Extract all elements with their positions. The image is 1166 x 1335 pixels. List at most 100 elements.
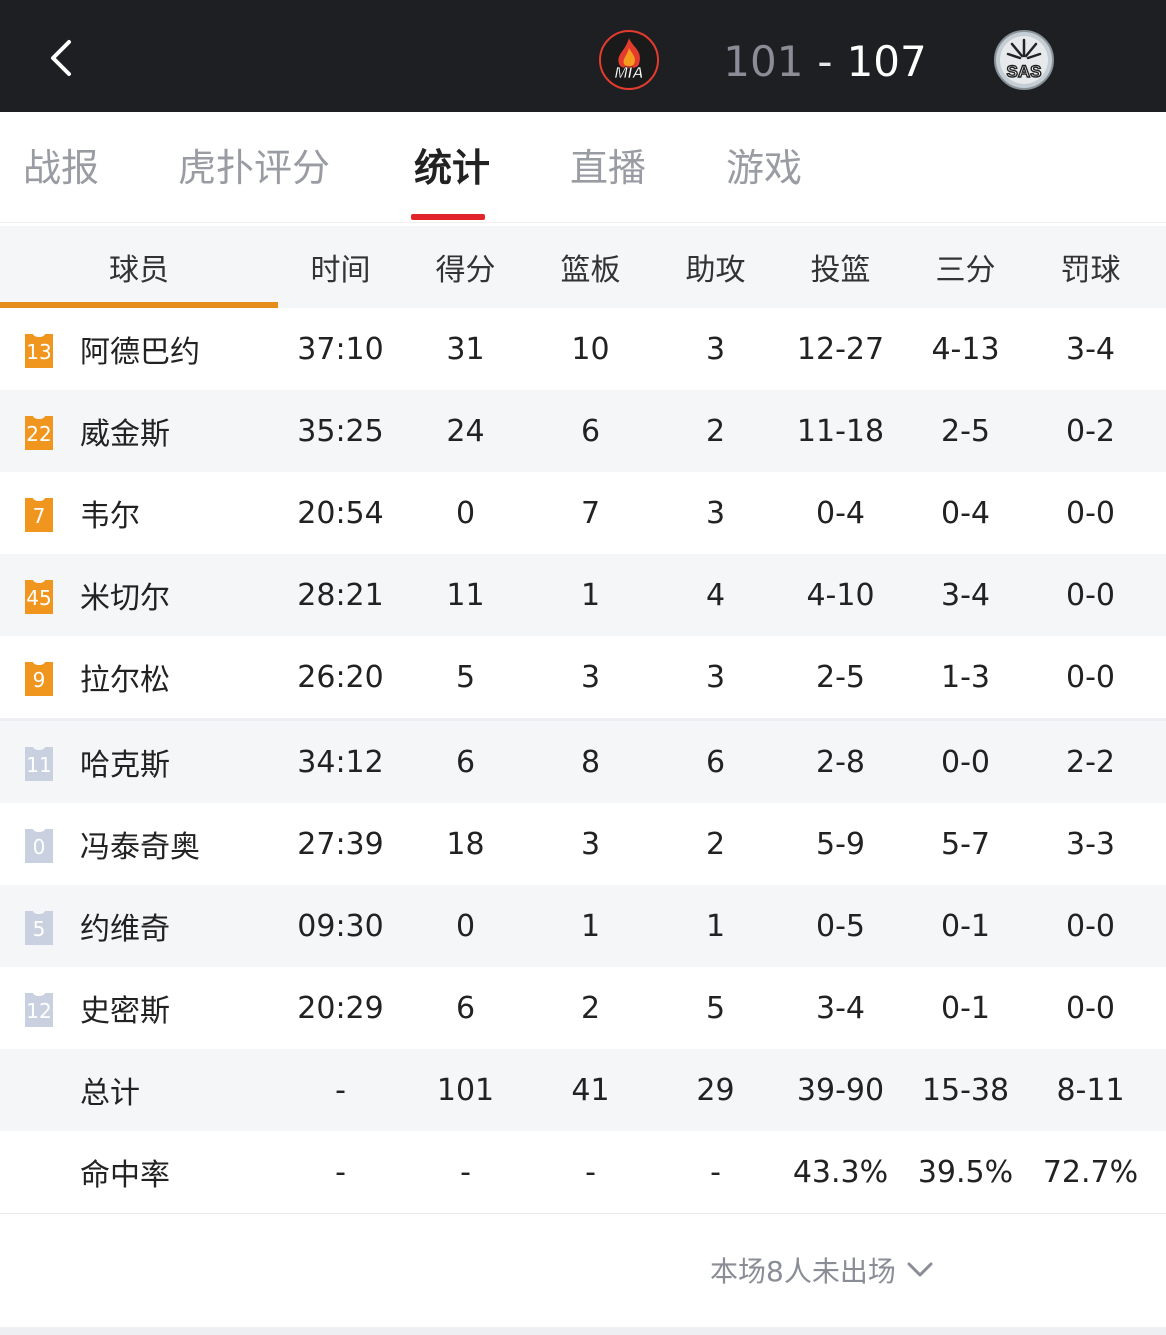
active-tab-indicator — [411, 214, 485, 220]
stat-time: 20:54 — [297, 495, 384, 531]
stat-free-throws: 0-0 — [1066, 495, 1115, 531]
column-header-player[interactable]: 球员 — [0, 226, 278, 308]
stat-field-goals: 2-8 — [816, 744, 865, 780]
jersey-icon: 9 — [21, 658, 57, 698]
player-cell[interactable]: 0 冯泰奇奥 — [0, 803, 278, 885]
player-row[interactable]: 13 阿德巴约 37:10 31 10 3 12-27 4-13 3-4 — [0, 308, 1166, 390]
player-row[interactable]: 45 米切尔 28:21 11 1 4 4-10 3-4 0-0 — [0, 554, 1166, 636]
stat-field-goals: 11-18 — [796, 413, 885, 449]
jersey-number: 12 — [26, 999, 52, 1023]
stat-free-throws: 72.7% — [1042, 1154, 1139, 1190]
player-cell[interactable]: 11 哈克斯 — [0, 721, 278, 803]
stat-assists: 3 — [705, 495, 726, 531]
stat-points: 0 — [455, 495, 476, 531]
row-label-cell: 命中率 — [0, 1131, 278, 1213]
column-header-time[interactable]: 时间 — [278, 245, 403, 289]
totals-row: 总计 - 101 41 29 39-90 15-38 8-11 — [0, 1049, 1166, 1131]
stat-three-pointers: 4-13 — [931, 331, 1000, 367]
row-label: 总计 — [80, 1076, 140, 1111]
player-name: 阿德巴约 — [80, 335, 200, 370]
player-cell[interactable]: 5 约维奇 — [0, 885, 278, 967]
back-button[interactable] — [30, 28, 90, 88]
jersey-number: 9 — [32, 668, 46, 692]
stat-three-pointers: 0-4 — [941, 495, 990, 531]
stat-points: - — [460, 1154, 471, 1190]
player-row[interactable]: 12 史密斯 20:29 6 2 5 3-4 0-1 0-0 — [0, 967, 1166, 1049]
player-row[interactable]: 5 约维奇 09:30 0 1 1 0-5 0-1 0-0 — [0, 885, 1166, 967]
stat-assists: - — [710, 1154, 721, 1190]
tab-stats[interactable]: 统计 — [414, 142, 490, 194]
player-cell[interactable]: 22 威金斯 — [0, 390, 278, 472]
stat-time: 34:12 — [297, 744, 384, 780]
tab-bar: 战报 虎扑评分 统计 直播 游戏 — [0, 112, 1166, 223]
player-cell[interactable]: 12 史密斯 — [0, 967, 278, 1049]
stat-time: 35:25 — [297, 413, 384, 449]
stat-three-pointers: 39.5% — [917, 1154, 1014, 1190]
stat-three-pointers: 15-38 — [921, 1072, 1010, 1108]
column-header-rebounds[interactable]: 篮板 — [528, 245, 653, 289]
stat-field-goals: 4-10 — [806, 577, 875, 613]
column-header-free-throws[interactable]: 罚球 — [1028, 245, 1153, 289]
stat-points: 0 — [455, 908, 476, 944]
stat-field-goals: 2-5 — [816, 659, 865, 695]
tab-ratings[interactable]: 虎扑评分 — [178, 142, 330, 194]
tab-live[interactable]: 直播 — [570, 142, 646, 194]
stat-points: 11 — [446, 577, 485, 613]
column-header-field-goals[interactable]: 投篮 — [778, 245, 903, 289]
stat-rebounds: 3 — [580, 826, 601, 862]
column-header-three-pointers[interactable]: 三分 — [903, 245, 1028, 289]
stat-free-throws: 8-11 — [1056, 1072, 1125, 1108]
stat-time: 20:29 — [297, 990, 384, 1026]
player-row[interactable]: 0 冯泰奇奥 27:39 18 3 2 5-9 5-7 3-3 — [0, 803, 1166, 885]
player-cell[interactable]: 13 阿德巴约 — [0, 308, 278, 390]
player-name: 拉尔松 — [80, 663, 170, 698]
player-row[interactable]: 7 韦尔 20:54 0 7 3 0-4 0-4 0-0 — [0, 472, 1166, 554]
player-row[interactable]: 9 拉尔松 26:20 5 3 3 2-5 1-3 0-0 — [0, 636, 1166, 718]
jersey-icon: 22 — [21, 412, 57, 452]
tab-games[interactable]: 游戏 — [726, 142, 802, 194]
stat-time: - — [335, 1154, 346, 1190]
player-cell[interactable]: 45 米切尔 — [0, 554, 278, 636]
away-team-logo[interactable]: SAS — [994, 30, 1054, 90]
svg-text:SAS: SAS — [1007, 62, 1042, 81]
stat-points: 24 — [446, 413, 485, 449]
player-cell[interactable]: 7 韦尔 — [0, 472, 278, 554]
stat-rebounds: 1 — [580, 908, 601, 944]
stat-three-pointers: 2-5 — [941, 413, 990, 449]
stat-field-goals: 39-90 — [796, 1072, 885, 1108]
stat-rebounds: 2 — [580, 990, 601, 1026]
stat-three-pointers: 5-7 — [941, 826, 990, 862]
jersey-icon: 5 — [21, 907, 57, 947]
column-header-assists[interactable]: 助攻 — [653, 245, 778, 289]
stat-free-throws: 0-2 — [1066, 413, 1115, 449]
stat-assists: 29 — [696, 1072, 735, 1108]
jersey-icon: 45 — [21, 576, 57, 616]
stat-field-goals: 43.3% — [792, 1154, 889, 1190]
stat-time: 26:20 — [297, 659, 384, 695]
stat-points: 6 — [455, 744, 476, 780]
percentage-row: 命中率 - - - - 43.3% 39.5% 72.7% — [0, 1131, 1166, 1213]
stat-free-throws: 0-0 — [1066, 659, 1115, 695]
chevron-down-icon — [907, 1262, 933, 1277]
table-header: 球员 时间 得分 篮板 助攻 投篮 三分 罚球 — [0, 226, 1166, 308]
stat-field-goals: 12-27 — [796, 331, 885, 367]
stat-free-throws: 3-3 — [1066, 826, 1115, 862]
player-cell[interactable]: 9 拉尔松 — [0, 636, 278, 718]
player-row[interactable]: 22 威金斯 35:25 24 6 2 11-18 2-5 0-2 — [0, 390, 1166, 472]
jersey-number: 11 — [26, 753, 52, 777]
home-team-logo[interactable]: MIA — [599, 30, 659, 90]
divider — [0, 1213, 1166, 1214]
player-row[interactable]: 11 哈克斯 34:12 6 8 6 2-8 0-0 2-2 — [0, 718, 1166, 803]
stat-time: 09:30 — [297, 908, 384, 944]
stat-rebounds: 10 — [571, 331, 610, 367]
stat-assists: 4 — [705, 577, 726, 613]
stat-points: 31 — [446, 331, 485, 367]
stat-free-throws: 3-4 — [1066, 331, 1115, 367]
stat-assists: 1 — [705, 908, 726, 944]
jersey-number: 7 — [32, 504, 46, 528]
column-header-points[interactable]: 得分 — [403, 245, 528, 289]
tab-report[interactable]: 战报 — [23, 142, 99, 194]
not-played-toggle[interactable]: 本场8人未出场 — [710, 1250, 934, 1290]
stat-rebounds: 7 — [580, 495, 601, 531]
game-header: MIA 101-107 SAS — [0, 0, 1166, 112]
